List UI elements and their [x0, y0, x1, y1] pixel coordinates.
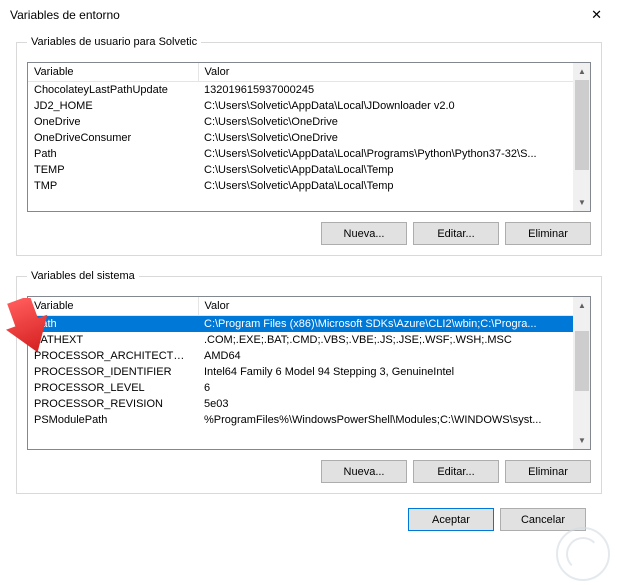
cell-variable: PROCESSOR_ARCHITECTURE: [28, 348, 198, 364]
table-row[interactable]: PATHEXT.COM;.EXE;.BAT;.CMD;.VBS;.VBE;.JS…: [28, 332, 590, 348]
cell-value: .COM;.EXE;.BAT;.CMD;.VBS;.VBE;.JS;.JSE;.…: [198, 332, 590, 348]
scroll-thumb[interactable]: [575, 331, 589, 391]
table-row[interactable]: OneDriveC:\Users\Solvetic\OneDrive: [28, 114, 590, 130]
user-variables-list[interactable]: Variable Valor ChocolateyLastPathUpdate1…: [27, 62, 591, 212]
cell-value: C:\Users\Solvetic\OneDrive: [198, 130, 590, 146]
system-scrollbar[interactable]: ▲ ▼: [573, 297, 590, 449]
system-table-header[interactable]: Variable Valor: [28, 297, 590, 316]
cell-variable: Path: [28, 146, 198, 162]
scroll-up-icon[interactable]: ▲: [574, 297, 590, 314]
cell-value: 6: [198, 380, 590, 396]
ok-button[interactable]: Aceptar: [408, 508, 494, 531]
cell-variable: JD2_HOME: [28, 98, 198, 114]
system-delete-button[interactable]: Eliminar: [505, 460, 591, 483]
table-row[interactable]: PROCESSOR_REVISION5e03: [28, 396, 590, 412]
table-row[interactable]: PROCESSOR_LEVEL6: [28, 380, 590, 396]
cell-variable: OneDrive: [28, 114, 198, 130]
scroll-thumb[interactable]: [575, 80, 589, 170]
scroll-down-icon[interactable]: ▼: [574, 194, 590, 211]
cell-variable: ChocolateyLastPathUpdate: [28, 82, 198, 99]
system-variables-legend: Variables del sistema: [27, 270, 139, 282]
user-edit-button[interactable]: Editar...: [413, 222, 499, 245]
table-row[interactable]: PathC:\Users\Solvetic\AppData\Local\Prog…: [28, 146, 590, 162]
user-table-header[interactable]: Variable Valor: [28, 63, 590, 82]
cell-variable: OneDriveConsumer: [28, 130, 198, 146]
cell-value: C:\Users\Solvetic\AppData\Local\Temp: [198, 178, 590, 194]
titlebar: Variables de entorno ✕: [0, 0, 618, 30]
cell-value: C:\Users\Solvetic\AppData\Local\Temp: [198, 162, 590, 178]
cell-variable: PROCESSOR_REVISION: [28, 396, 198, 412]
system-variables-list[interactable]: Variable Valor PathC:\Program Files (x86…: [27, 296, 591, 450]
col-value[interactable]: Valor: [198, 63, 590, 82]
scroll-down-icon[interactable]: ▼: [574, 432, 590, 449]
user-scrollbar[interactable]: ▲ ▼: [573, 63, 590, 211]
table-row[interactable]: OneDriveConsumerC:\Users\Solvetic\OneDri…: [28, 130, 590, 146]
user-variables-legend: Variables de usuario para Solvetic: [27, 36, 201, 48]
col-value[interactable]: Valor: [198, 297, 590, 316]
cell-value: C:\Users\Solvetic\AppData\Local\JDownloa…: [198, 98, 590, 114]
table-row[interactable]: JD2_HOMEC:\Users\Solvetic\AppData\Local\…: [28, 98, 590, 114]
col-variable[interactable]: Variable: [28, 297, 198, 316]
cell-variable: PROCESSOR_IDENTIFIER: [28, 364, 198, 380]
user-delete-button[interactable]: Eliminar: [505, 222, 591, 245]
cell-value: Intel64 Family 6 Model 94 Stepping 3, Ge…: [198, 364, 590, 380]
cell-value: 5e03: [198, 396, 590, 412]
cell-value: %ProgramFiles%\WindowsPowerShell\Modules…: [198, 412, 590, 428]
cell-value: C:\Users\Solvetic\AppData\Local\Programs…: [198, 146, 590, 162]
cell-variable: Path: [28, 316, 198, 333]
cell-variable: PSModulePath: [28, 412, 198, 428]
cell-value: C:\Program Files (x86)\Microsoft SDKs\Az…: [198, 316, 590, 333]
cell-value: C:\Users\Solvetic\OneDrive: [198, 114, 590, 130]
system-new-button[interactable]: Nueva...: [321, 460, 407, 483]
cell-variable: PATHEXT: [28, 332, 198, 348]
table-row[interactable]: TEMPC:\Users\Solvetic\AppData\Local\Temp: [28, 162, 590, 178]
cell-variable: TEMP: [28, 162, 198, 178]
table-row[interactable]: PSModulePath%ProgramFiles%\WindowsPowerS…: [28, 412, 590, 428]
cell-variable: PROCESSOR_LEVEL: [28, 380, 198, 396]
table-row[interactable]: PathC:\Program Files (x86)\Microsoft SDK…: [28, 316, 590, 333]
user-variables-group: Variables de usuario para Solvetic Varia…: [16, 36, 602, 256]
watermark-icon: [556, 527, 610, 581]
cell-variable: TMP: [28, 178, 198, 194]
table-row[interactable]: PROCESSOR_ARCHITECTUREAMD64: [28, 348, 590, 364]
cell-value: 132019615937000245: [198, 82, 590, 99]
close-icon[interactable]: ✕: [583, 3, 610, 27]
table-row[interactable]: PROCESSOR_IDENTIFIERIntel64 Family 6 Mod…: [28, 364, 590, 380]
col-variable[interactable]: Variable: [28, 63, 198, 82]
cell-value: AMD64: [198, 348, 590, 364]
system-edit-button[interactable]: Editar...: [413, 460, 499, 483]
table-row[interactable]: TMPC:\Users\Solvetic\AppData\Local\Temp: [28, 178, 590, 194]
scroll-up-icon[interactable]: ▲: [574, 63, 590, 80]
system-variables-group: Variables del sistema Variable Valor Pat…: [16, 270, 602, 494]
window-title: Variables de entorno: [10, 8, 120, 22]
table-row[interactable]: ChocolateyLastPathUpdate1320196159370002…: [28, 82, 590, 99]
user-new-button[interactable]: Nueva...: [321, 222, 407, 245]
